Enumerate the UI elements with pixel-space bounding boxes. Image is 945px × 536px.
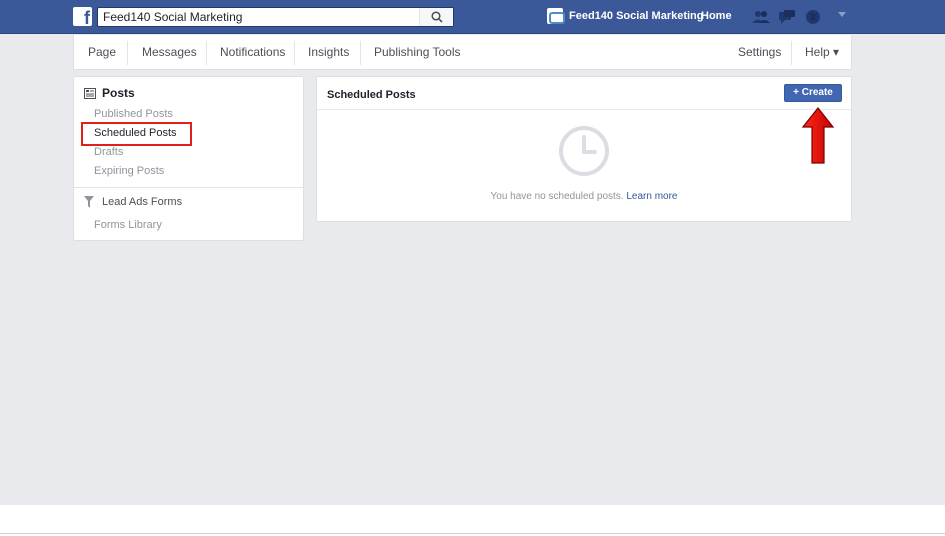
subnav-divider — [791, 41, 792, 65]
tab-settings[interactable]: Settings — [738, 45, 781, 59]
page-profile-link[interactable]: Feed140 Social Marketing — [547, 8, 704, 24]
annotation-highlight-box — [81, 122, 192, 146]
messages-icon[interactable] — [778, 9, 796, 25]
tab-notifications[interactable]: Notifications — [220, 45, 285, 59]
sidebar-item-drafts[interactable]: Drafts — [94, 146, 123, 158]
sidebar-item-published-posts[interactable]: Published Posts — [94, 108, 173, 120]
panel-title: Scheduled Posts — [327, 89, 416, 101]
tab-messages[interactable]: Messages — [142, 45, 197, 59]
tab-page[interactable]: Page — [88, 45, 116, 59]
subnav-divider — [127, 41, 128, 65]
posts-heading: Posts — [84, 86, 135, 100]
create-button[interactable]: + Create — [784, 84, 842, 102]
panel-divider — [317, 109, 851, 110]
sidebar-item-forms-library[interactable]: Forms Library — [94, 219, 162, 231]
posts-list-icon — [84, 87, 96, 99]
subnav-divider — [360, 41, 361, 65]
friend-requests-icon[interactable] — [752, 9, 770, 25]
page-footer — [0, 505, 945, 536]
facebook-logo-icon[interactable]: f — [73, 7, 92, 28]
subnav-divider — [206, 41, 207, 65]
filter-funnel-icon — [84, 196, 94, 208]
scheduled-posts-panel: Scheduled Posts + Create You have no sch… — [316, 76, 852, 222]
sidebar-divider — [74, 187, 303, 188]
clock-icon — [559, 126, 609, 176]
subnav-divider — [294, 41, 295, 65]
page-name: Feed140 Social Marketing — [569, 10, 704, 22]
search-icon — [431, 11, 443, 23]
lead-ads-heading[interactable]: Lead Ads Forms — [84, 196, 182, 208]
notification-icons — [752, 9, 822, 25]
empty-state-message: You have no scheduled posts. Learn more — [490, 191, 678, 202]
sidebar-item-expiring-posts[interactable]: Expiring Posts — [94, 165, 164, 177]
home-link[interactable]: Home — [701, 10, 732, 22]
top-bar: f Feed140 Social Marketing Home — [0, 0, 945, 34]
tab-insights[interactable]: Insights — [308, 45, 349, 59]
notifications-globe-icon[interactable] — [804, 9, 822, 25]
page-subnav: Page Messages Notifications Insights Pub… — [73, 35, 852, 70]
search-input[interactable] — [98, 8, 418, 26]
search-button[interactable] — [419, 8, 453, 26]
learn-more-link[interactable]: Learn more — [626, 191, 677, 202]
account-menu-chevron-icon[interactable] — [838, 12, 846, 17]
search-box — [97, 7, 454, 27]
red-annotation-arrow-icon — [802, 107, 834, 164]
publishing-sidebar: Posts Published Posts Scheduled Posts Dr… — [73, 76, 304, 241]
footer-divider — [0, 533, 945, 534]
tab-help[interactable]: Help ▾ — [805, 45, 839, 59]
tab-publishing-tools[interactable]: Publishing Tools — [374, 45, 461, 59]
page-avatar-icon — [547, 8, 565, 24]
